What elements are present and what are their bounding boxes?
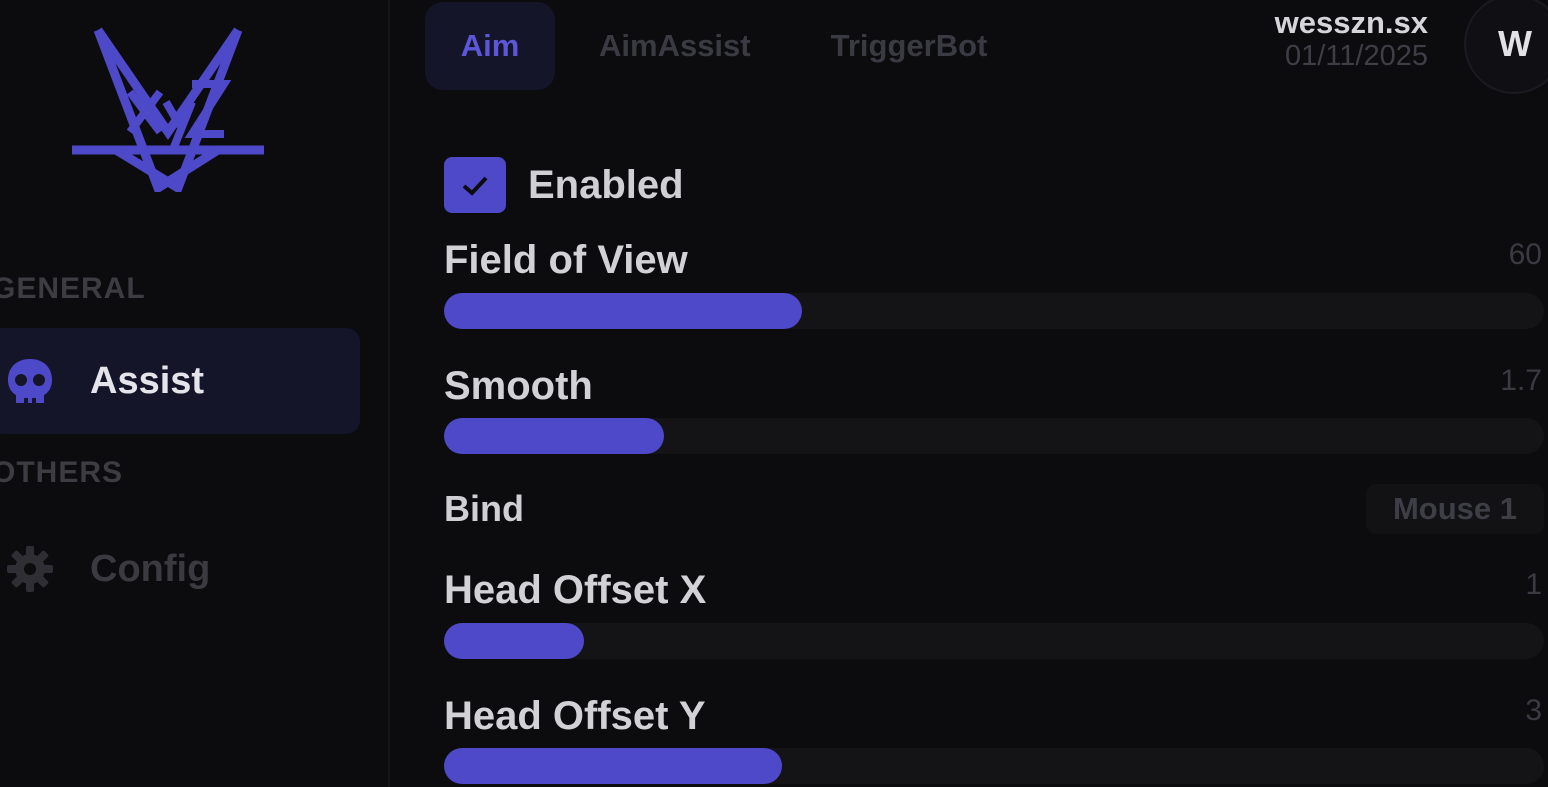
bind-label: Bind — [444, 488, 524, 529]
enabled-label: Enabled — [528, 162, 684, 207]
section-label-general: GENERAL — [0, 272, 146, 305]
head-offset-y-slider-fill — [444, 748, 782, 784]
gear-icon — [2, 541, 58, 597]
fov-slider-fill — [444, 293, 802, 329]
checkmark-icon — [462, 176, 488, 196]
tab-triggerbot[interactable]: TriggerBot — [831, 2, 988, 90]
head-offset-y-label: Head Offset Y — [444, 694, 706, 738]
user-date: 01/11/2025 — [1285, 40, 1428, 72]
sidebar: GENERAL Assist OTHERS Config — [0, 0, 390, 787]
enabled-checkbox[interactable] — [444, 157, 506, 213]
head-offset-x-label: Head Offset X — [444, 568, 707, 612]
head-offset-x-value: 1 — [1525, 568, 1542, 601]
user-info: wesszn.sx 01/11/2025 — [1274, 5, 1428, 73]
sidebar-item-assist[interactable]: Assist — [0, 328, 360, 434]
sidebar-item-label: Assist — [90, 359, 205, 402]
sidebar-item-config[interactable]: Config — [0, 516, 360, 622]
avatar[interactable]: W — [1464, 0, 1548, 94]
head-offset-x-slider[interactable] — [444, 623, 1544, 659]
head-offset-x-slider-fill — [444, 623, 584, 659]
head-offset-y-slider[interactable] — [444, 748, 1544, 784]
smooth-slider[interactable] — [444, 418, 1544, 454]
fov-slider[interactable] — [444, 293, 1544, 329]
tab-aimassist[interactable]: AimAssist — [599, 2, 751, 90]
smooth-value: 1.7 — [1500, 364, 1542, 397]
app-window: GENERAL Assist OTHERS Config Aim AimAssi… — [0, 0, 1548, 787]
skull-icon — [2, 353, 58, 409]
username: wesszn.sx — [1274, 5, 1428, 40]
smooth-slider-fill — [444, 418, 664, 454]
pentagram-logo-icon — [72, 27, 264, 192]
tab-bar: Aim AimAssist TriggerBot — [425, 2, 987, 90]
enabled-checkbox-row[interactable]: Enabled — [444, 157, 684, 213]
fov-value: 60 — [1508, 238, 1542, 271]
fov-label: Field of View — [444, 238, 688, 282]
smooth-label: Smooth — [444, 364, 593, 408]
head-offset-y-value: 3 — [1525, 694, 1542, 727]
bind-key-button[interactable]: Mouse 1 — [1366, 484, 1544, 534]
section-label-others: OTHERS — [0, 456, 124, 489]
sidebar-item-label: Config — [90, 547, 211, 590]
tab-aim[interactable]: Aim — [425, 2, 555, 90]
